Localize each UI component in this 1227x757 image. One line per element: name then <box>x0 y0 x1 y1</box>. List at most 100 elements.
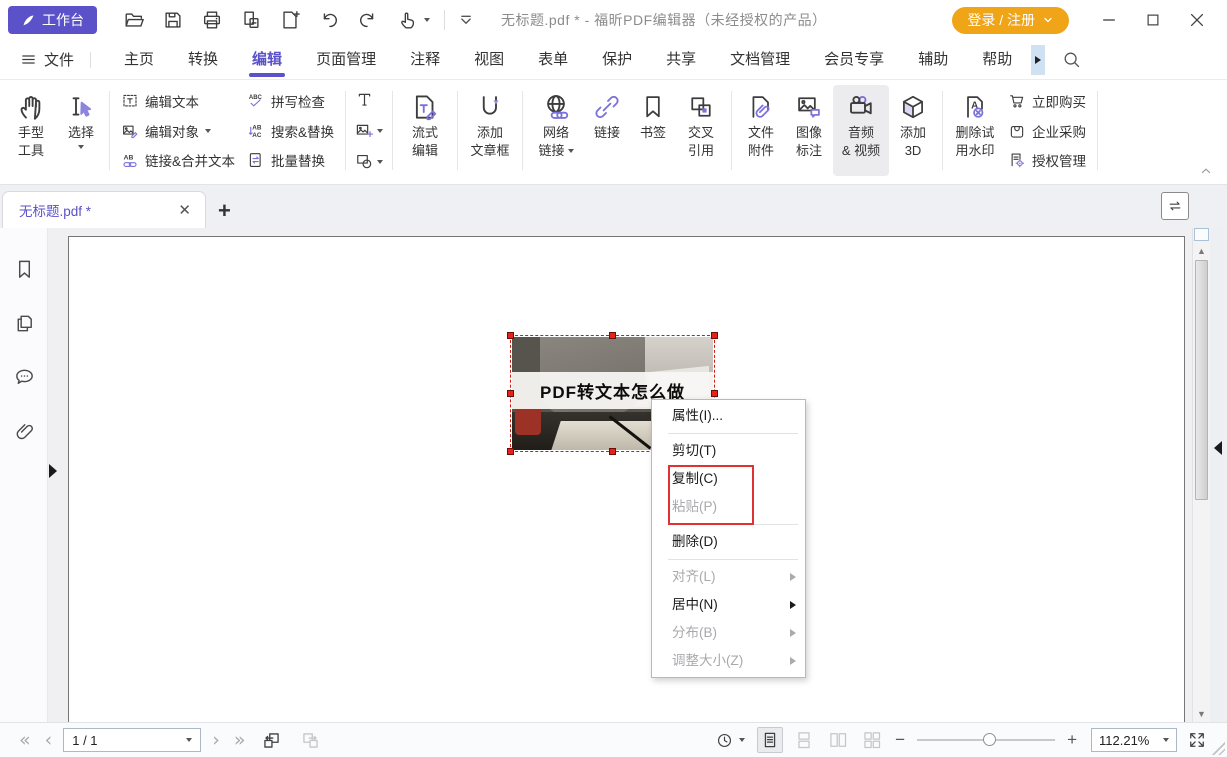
close-button[interactable] <box>1175 3 1219 37</box>
resize-handle-e[interactable] <box>711 390 718 397</box>
vertical-scrollbar[interactable]: ▲ ▼ <box>1192 228 1210 722</box>
zoom-in-button[interactable]: + <box>1061 730 1083 750</box>
select-tool-button[interactable]: 选择 <box>58 85 104 176</box>
undo-button[interactable] <box>318 9 340 31</box>
facing-view-button[interactable] <box>825 727 851 753</box>
menu-tab-edit[interactable]: 编辑 <box>235 40 299 79</box>
attachments-panel-button[interactable] <box>13 420 36 443</box>
remove-trial-watermark-button[interactable]: A 删除试用水印 <box>948 85 1002 176</box>
add-image-button[interactable] <box>355 119 383 142</box>
menu-tab-comment[interactable]: 注释 <box>393 40 457 79</box>
prev-page-button[interactable]: ‹ <box>38 731 60 750</box>
fullscreen-button[interactable] <box>1187 730 1207 750</box>
print-button[interactable] <box>201 9 223 31</box>
add-shape-button[interactable] <box>355 150 383 173</box>
resize-handle-n[interactable] <box>609 332 616 339</box>
edit-object-button[interactable]: 编辑对象 <box>121 119 235 143</box>
menu-tab-view[interactable]: 视图 <box>457 40 521 79</box>
link-button[interactable]: 链接 <box>584 85 630 176</box>
image-annotation-button[interactable]: 图像标注 <box>785 85 833 176</box>
file-attachment-button[interactable]: 文件附件 <box>737 85 785 176</box>
next-page-button[interactable]: › <box>205 731 227 750</box>
hand-select-button[interactable] <box>396 9 430 31</box>
bookmarks-panel-button[interactable] <box>13 258 36 281</box>
page-plus-button[interactable] <box>279 9 301 31</box>
flow-edit-button[interactable]: 流式编辑 <box>398 85 452 176</box>
menu-tab-protect[interactable]: 保护 <box>585 40 649 79</box>
search-button[interactable] <box>1061 49 1082 70</box>
add-3d-button[interactable]: 添加3D <box>889 85 937 176</box>
add-text-button[interactable] <box>355 88 383 111</box>
new-tab-button[interactable]: + <box>218 200 231 228</box>
resize-handle-sw[interactable] <box>507 448 514 455</box>
web-link-button[interactable]: 网络链接 <box>528 85 584 176</box>
zoom-level-dropdown[interactable]: 112.21% <box>1091 728 1177 752</box>
menu-tab-accessibility[interactable]: 辅助 <box>901 40 965 79</box>
context-item-properties[interactable]: 属性(I)... <box>652 402 805 430</box>
single-page-view-button[interactable] <box>757 727 783 753</box>
login-button[interactable]: 登录 / 注册 <box>952 7 1069 34</box>
menu-tab-convert[interactable]: 转换 <box>171 40 235 79</box>
search-replace-button[interactable]: ABAC 搜索&替换 <box>247 119 334 143</box>
resize-handle-w[interactable] <box>507 390 514 397</box>
pdf-page[interactable] <box>68 236 1185 722</box>
ribbon-collapse-button[interactable] <box>1199 164 1213 178</box>
batch-replace-button[interactable]: 批量替换 <box>247 148 334 172</box>
resize-handle-ne[interactable] <box>711 332 718 339</box>
first-page-button[interactable]: « <box>12 731 38 750</box>
license-manage-button[interactable]: 授权管理 <box>1008 148 1086 172</box>
document-tab[interactable]: 无标题.pdf * ✕ <box>2 191 206 228</box>
maximize-button[interactable] <box>1131 3 1175 37</box>
expand-left-panel-handle[interactable] <box>49 464 57 478</box>
scroll-down-arrow[interactable]: ▼ <box>1193 708 1210 720</box>
next-view-button[interactable] <box>291 730 330 751</box>
page-thumbnails-button[interactable] <box>13 312 36 335</box>
resize-handle-nw[interactable] <box>507 332 514 339</box>
link-merge-text-button[interactable]: AB 链接&合并文本 <box>121 148 235 172</box>
collapse-toolbar-button[interactable] <box>455 9 477 31</box>
context-item-copy[interactable]: 复制(C) <box>652 465 805 493</box>
bookmark-button[interactable]: 书签 <box>630 85 676 176</box>
file-menu-button[interactable]: 文件 <box>20 49 74 70</box>
zoom-slider[interactable] <box>917 739 1055 741</box>
workbench-button[interactable]: 工作台 <box>8 6 97 34</box>
facing-continuous-view-button[interactable] <box>859 727 885 753</box>
page-number-dropdown[interactable]: 1 / 1 <box>63 728 201 752</box>
minimize-button[interactable] <box>1087 3 1131 37</box>
save-button[interactable] <box>162 9 184 31</box>
menu-tab-share[interactable]: 共享 <box>649 40 713 79</box>
enterprise-purchase-button[interactable]: 企业采购 <box>1008 119 1086 143</box>
menu-tab-help[interactable]: 帮助 <box>965 40 1029 79</box>
add-article-box-button[interactable]: 添加文章框 <box>463 85 517 176</box>
hand-tool-button[interactable]: 手型工具 <box>4 85 58 176</box>
read-mode-clock-button[interactable] <box>715 731 753 750</box>
open-file-button[interactable] <box>123 9 145 31</box>
zoom-out-button[interactable]: − <box>889 730 911 750</box>
menu-tab-doc-manage[interactable]: 文档管理 <box>713 40 807 79</box>
resize-handle-s[interactable] <box>609 448 616 455</box>
buy-now-button[interactable]: 立即购买 <box>1008 89 1086 113</box>
switch-tabs-button[interactable] <box>1161 192 1189 220</box>
context-item-center[interactable]: 居中(N) <box>652 591 805 619</box>
menu-tab-page-manage[interactable]: 页面管理 <box>299 40 393 79</box>
menu-overflow-button[interactable] <box>1031 45 1045 75</box>
menu-tab-member[interactable]: 会员专享 <box>807 40 901 79</box>
edit-text-button[interactable]: 编辑文本 <box>121 89 235 113</box>
cross-reference-button[interactable]: 交叉引用 <box>676 85 726 176</box>
tab-close-icon[interactable]: ✕ <box>174 201 195 220</box>
menu-tab-home[interactable]: 主页 <box>107 40 171 79</box>
continuous-view-button[interactable] <box>791 727 817 753</box>
expand-right-panel-handle[interactable] <box>1214 441 1222 455</box>
page-minus-button[interactable] <box>240 9 262 31</box>
audio-video-button[interactable]: 音频& 视频 <box>833 85 889 176</box>
comments-panel-button[interactable] <box>13 366 36 389</box>
scroll-up-arrow[interactable]: ▲ <box>1193 245 1210 257</box>
scrollbar-thumb[interactable] <box>1195 260 1208 500</box>
redo-button[interactable] <box>357 9 379 31</box>
context-item-cut[interactable]: 剪切(T) <box>652 437 805 465</box>
context-item-delete[interactable]: 删除(D) <box>652 528 805 556</box>
last-page-button[interactable]: » <box>227 731 253 750</box>
menu-tab-form[interactable]: 表单 <box>521 40 585 79</box>
zoom-slider-knob[interactable] <box>983 733 996 746</box>
previous-view-button[interactable] <box>252 730 291 751</box>
